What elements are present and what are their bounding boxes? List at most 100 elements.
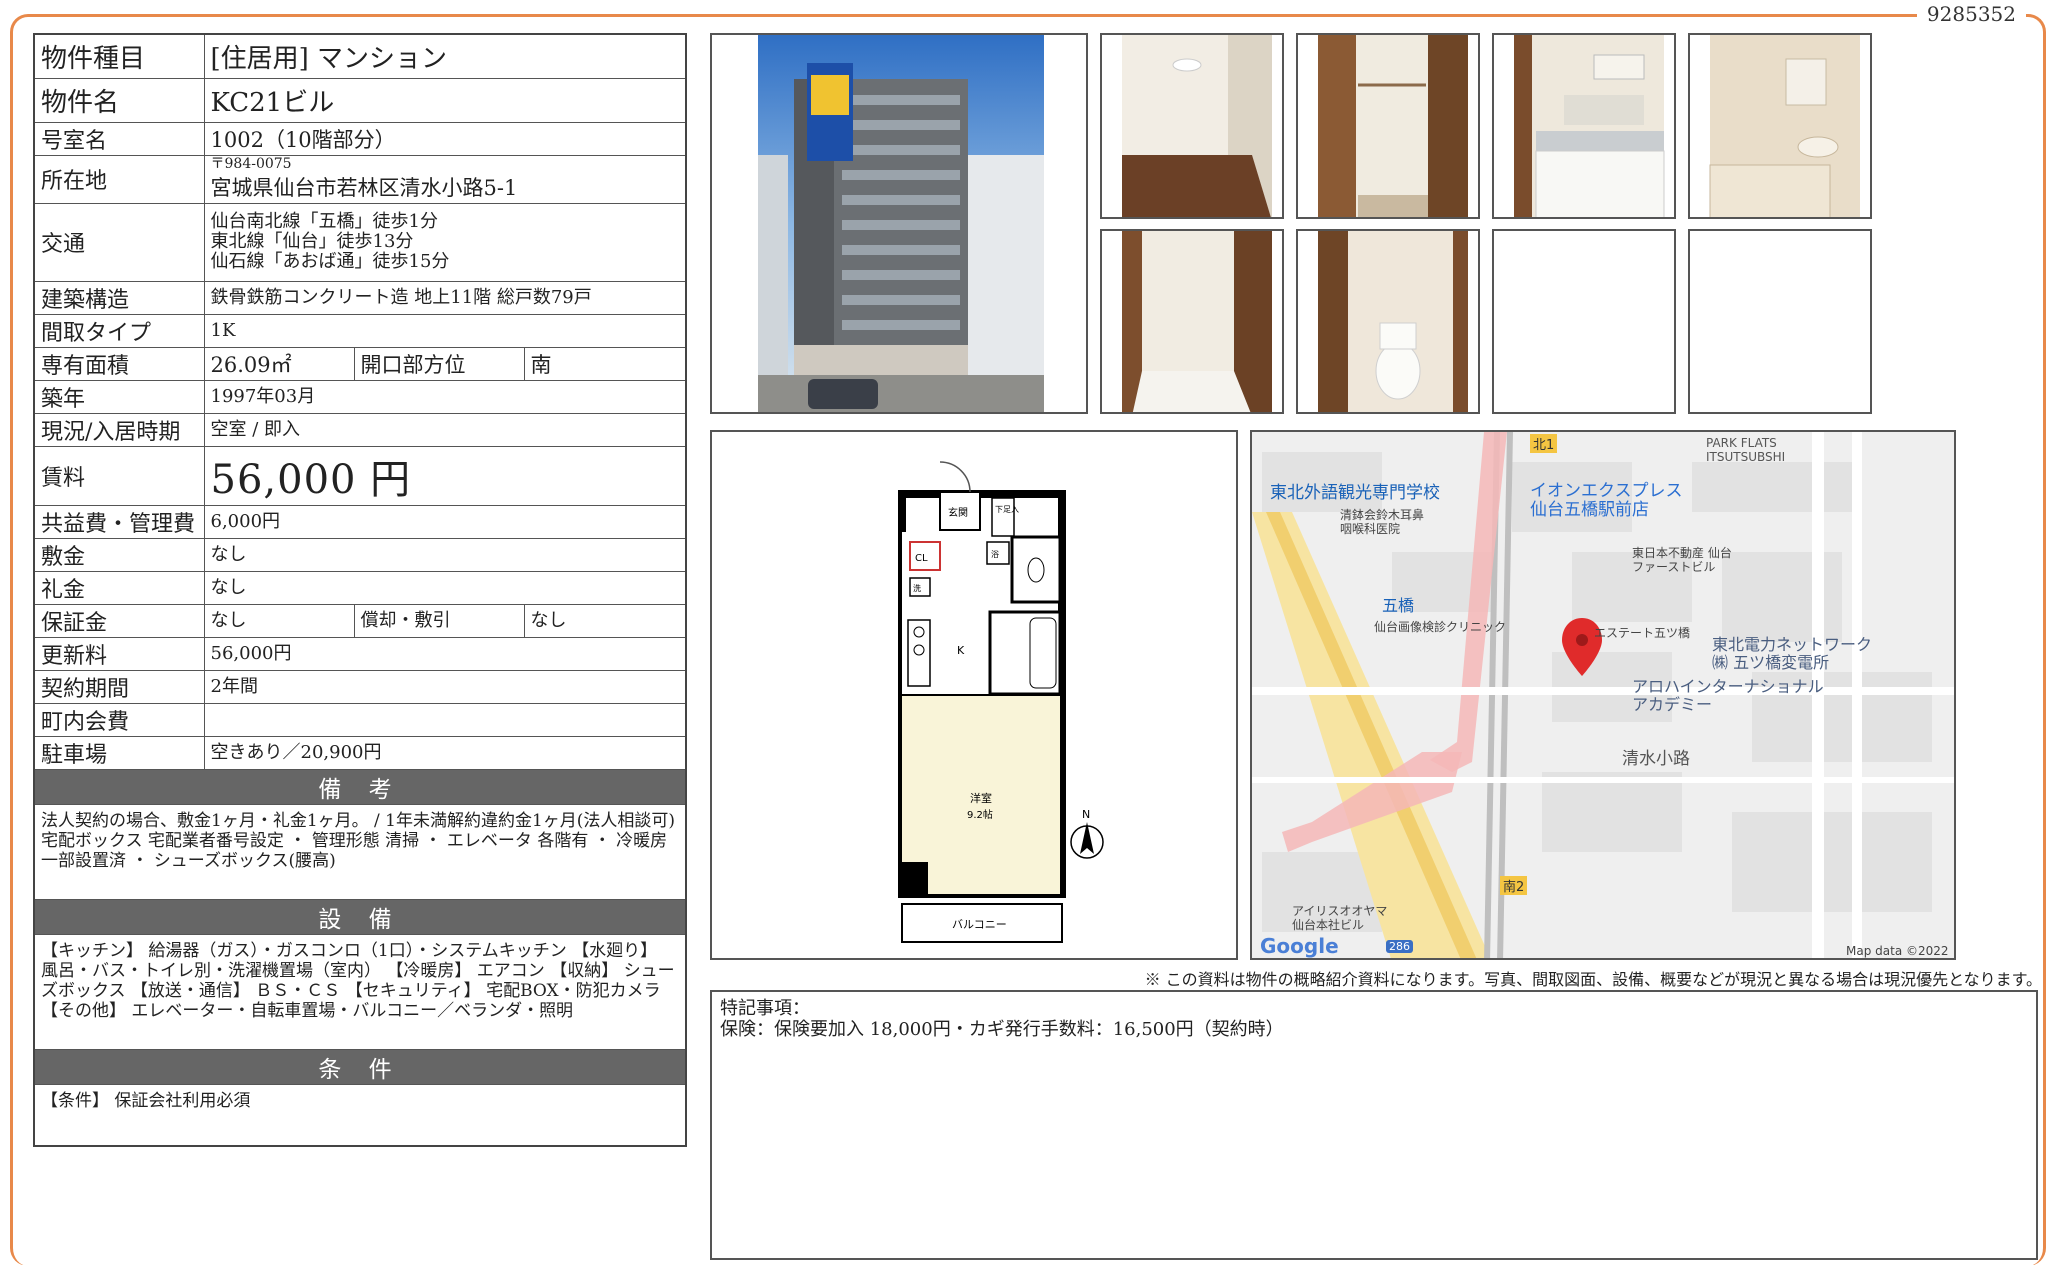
map-label-exit-north1: 北1 (1530, 434, 1558, 453)
map-label-school: 東北外語観光専門学校 (1270, 483, 1440, 503)
google-logo: Google (1260, 934, 1339, 958)
name-value: KC21ビル (203, 77, 687, 123)
disclaimer: ※ この資料は物件の概略紹介資料になります。写真、間取図面、設備、概要などが現況… (1144, 970, 2042, 989)
structure-value: 鉄骨鉄筋コンクリート造 地上11階 総戸数79戸 (203, 280, 687, 315)
map-label-clinic2: 仙台画像検診クリニック (1374, 620, 1507, 634)
map-label-tohoku: 東北電力ネットワーク ㈱ 五ツ橋変電所 (1712, 635, 1873, 672)
rent-label: 賃料 (33, 445, 205, 506)
wash-label: 洗 (913, 583, 921, 593)
direction-label: 開口部方位 (353, 346, 525, 381)
empty-photo-slot (1688, 229, 1872, 414)
area-label: 専有面積 (33, 346, 205, 381)
amort-label: 償却・敷引 (353, 603, 525, 638)
hallway-image (1122, 231, 1272, 412)
remarks-heading: 備 考 (33, 768, 687, 805)
fee-label: 共益費・管理費 (33, 504, 205, 539)
address-cell: 〒984-0075 宮城県仙台市若林区清水小路5-1 (203, 154, 687, 204)
direction-value: 南 (523, 346, 687, 381)
room-photo (1100, 33, 1284, 219)
remarks-text: 法人契約の場合、敷金1ヶ月・礼金1ヶ月。 / 1年未満解約違約金1ヶ月(法人相談… (33, 803, 687, 900)
floor-plan-drawing: 玄関 下足入 CL 洗 浴 K 洋室 9.2帖 バルコニー N (898, 461, 1104, 943)
structure-label: 建築構造 (33, 280, 205, 315)
transport-line: 東北線「仙台」徒歩13分 (210, 231, 414, 252)
room-size-label: 9.2帖 (967, 808, 993, 821)
map-label-itsutsubashi: 五橋 (1382, 596, 1415, 615)
map-label-park: PARK FLATS ITSUTSUBSHI (1706, 436, 1786, 464)
transport-line: 仙石線「あおば通」徒歩15分 (210, 251, 450, 272)
special-notes-text: 保険：保険要加入 18,000円・カギ発行手数料：16,500円（契約時） (720, 1019, 1284, 1040)
building-image (758, 35, 1044, 412)
map-label-estate2: エステート五ツ橋 (1594, 626, 1691, 640)
address-label: 所在地 (33, 154, 205, 204)
special-notes-title: 特記事項： (720, 998, 810, 1019)
name-label: 物件名 (33, 77, 205, 123)
status-label: 現況/入居時期 (33, 412, 205, 447)
built-value: 1997年03月 (203, 379, 687, 414)
key-money-value: なし (203, 570, 687, 605)
layout-value: 1K (203, 313, 687, 348)
map-label-shimizu: 清水小路 (1622, 749, 1690, 769)
conditions-heading: 条 件 (33, 1048, 687, 1085)
map-attribution: Map data ©2022 (1846, 944, 1949, 958)
north-label: N (1082, 808, 1090, 821)
bathroom-image (1709, 35, 1860, 217)
guarantee-value: なし (203, 603, 355, 638)
map-label-clinic: 清鉢会鈴木耳鼻 咽喉科医院 (1340, 508, 1425, 536)
kitchen-image (1514, 35, 1665, 217)
guarantee-label: 保証金 (33, 603, 205, 638)
type-label: 物件種目 (33, 33, 205, 79)
property-info-table: 物件種目 [住居用] マンション 物件名 KC21ビル 号室名 1002（10階… (33, 33, 687, 1147)
map-label-estate: 東日本不動産 仙台 ファーストビル (1632, 546, 1732, 574)
special-notes: 特記事項： 保険：保険要加入 18,000円・カギ発行手数料：16,500円（契… (710, 990, 2038, 1260)
balcony-label: バルコニー (952, 918, 1007, 931)
layout-label: 間取タイプ (33, 313, 205, 348)
shoe-storage-label: 下足入 (995, 505, 1019, 514)
town-fee-value (203, 702, 687, 737)
rent-value: 56,000 円 (203, 445, 687, 506)
built-label: 築年 (33, 379, 205, 414)
building-photo (710, 33, 1088, 414)
amort-value: なし (523, 603, 687, 638)
room-label: 号室名 (33, 121, 205, 156)
conditions-text: 【条件】 保証会社利用必須 (33, 1083, 687, 1147)
transport-line: 仙台南北線「五橋」徒歩1分 (210, 211, 438, 232)
map-route-badge: 286 (1386, 940, 1413, 953)
parking-value: 空きあり／20,900円 (203, 735, 687, 770)
map-label-exit-south2: 南2 (1500, 876, 1528, 895)
toilet-image (1318, 231, 1468, 412)
room-label: 洋室 (970, 791, 992, 805)
entrance-label: 玄関 (948, 506, 968, 519)
postal-code: 〒984-0075 (210, 155, 292, 172)
status-value: 空室 / 即入 (203, 412, 687, 447)
parking-label: 駐車場 (33, 735, 205, 770)
bath-label: 浴 (991, 549, 999, 559)
floor-plan: 玄関 下足入 CL 洗 浴 K 洋室 9.2帖 バルコニー N (710, 430, 1238, 960)
closet-label: CL (915, 553, 928, 564)
map-label-iris: アイリスオオヤマ 仙台本社ビル (1292, 904, 1388, 932)
transport-label: 交通 (33, 202, 205, 282)
fee-value: 6,000円 (203, 504, 687, 539)
renewal-label: 更新料 (33, 636, 205, 671)
area-value: 26.09㎡ (203, 346, 355, 381)
bathroom-photo (1688, 33, 1872, 219)
transport-cell: 仙台南北線「五橋」徒歩1分 東北線「仙台」徒歩13分 仙石線「あおば通」徒歩15… (203, 202, 687, 282)
toilet-photo (1296, 229, 1480, 414)
hallway-photo (1100, 229, 1284, 414)
type-value: [住居用] マンション (203, 33, 687, 79)
kitchen-photo (1492, 33, 1676, 219)
kitchen-label: K (957, 644, 965, 657)
document-number: 9285352 (1916, 2, 2026, 26)
deposit-value: なし (203, 537, 687, 572)
map-label-academy: アロハインターナショナル アカデミー (1632, 677, 1824, 714)
room-value: 1002（10階部分） (203, 121, 687, 156)
facilities-heading: 設 備 (33, 898, 687, 935)
closet-photo (1296, 33, 1480, 219)
contract-value: 2年間 (203, 669, 687, 704)
renewal-value: 56,000円 (203, 636, 687, 671)
deposit-label: 敷金 (33, 537, 205, 572)
key-money-label: 礼金 (33, 570, 205, 605)
location-map[interactable]: 東北外語観光専門学校 清鉢会鈴木耳鼻 咽喉科医院 イオンエクスプレス 仙台五橋駅… (1250, 430, 1956, 960)
contract-label: 契約期間 (33, 669, 205, 704)
facilities-text: 【キッチン】 給湯器（ガス）・ガスコンロ（1口）・システムキッチン 【水廻り】 … (33, 933, 687, 1050)
room-image (1122, 35, 1272, 217)
